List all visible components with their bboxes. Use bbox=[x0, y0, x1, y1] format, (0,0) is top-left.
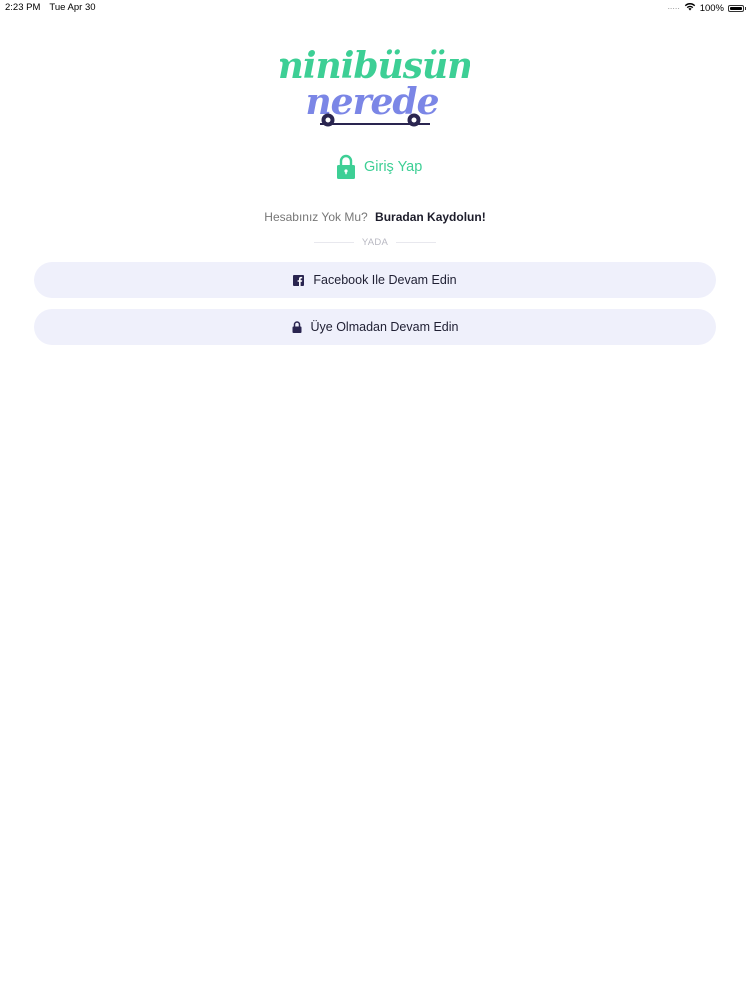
lock-icon bbox=[292, 321, 302, 333]
guest-continue-button[interactable]: Üye Olmadan Devam Edin bbox=[34, 309, 716, 345]
divider-line-left bbox=[313, 242, 354, 243]
facebook-button-label: Facebook Ile Devam Edin bbox=[313, 273, 457, 287]
login-link[interactable]: Giriş Yap bbox=[336, 154, 422, 180]
status-bar: 2:23 PM Tue Apr 30 ····· 100% bbox=[0, 0, 750, 16]
signup-question: Hesabınız Yok Mu? bbox=[264, 210, 368, 224]
facebook-continue-button[interactable]: Facebook Ile Devam Edin bbox=[34, 262, 716, 298]
status-time: 2:23 PM bbox=[5, 2, 41, 13]
signup-row: Hesabınız Yok Mu? Buradan Kaydolun! bbox=[0, 210, 750, 224]
status-right: ····· 100% bbox=[667, 2, 746, 14]
battery-icon bbox=[728, 4, 746, 12]
guest-button-label: Üye Olmadan Devam Edin bbox=[310, 320, 459, 334]
status-left: 2:23 PM Tue Apr 30 bbox=[5, 2, 96, 13]
status-date: Tue Apr 30 bbox=[49, 2, 96, 13]
divider-line-right bbox=[396, 242, 437, 243]
signup-link[interactable]: Buradan Kaydolun! bbox=[375, 210, 486, 224]
wifi-icon bbox=[684, 2, 696, 14]
facebook-icon bbox=[293, 274, 305, 286]
battery-percent: 100% bbox=[699, 2, 724, 14]
login-label: Giriş Yap bbox=[364, 159, 423, 175]
divider-text: YADA bbox=[361, 237, 389, 248]
lock-icon bbox=[336, 154, 356, 180]
app-logo: minibüsüm nerede bbox=[266, 40, 485, 132]
or-divider: YADA bbox=[0, 237, 750, 248]
signal-dots-icon: ····· bbox=[667, 3, 680, 13]
